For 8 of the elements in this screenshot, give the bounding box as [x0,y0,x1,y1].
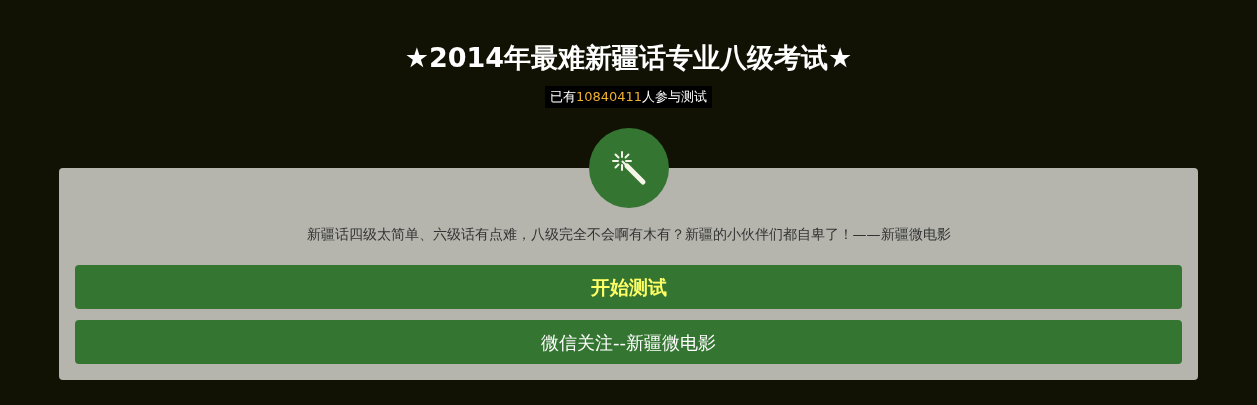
participant-count: 10840411 [575,88,643,107]
start-test-button[interactable]: 开始测试 [75,265,1182,309]
page-title: ★2014年最难新疆话专业八级考试★ [404,41,853,75]
counter-prefix: 已有 [549,88,576,107]
description-text: 新疆话四级太简单、六级话有点难，八级完全不会啊有木有？新疆的小伙伴们都自卑了！——新疆微电影 [305,225,952,244]
follow-button[interactable]: 微信关注--新疆微电影 [75,320,1182,364]
counter-suffix: 人参与测试 [642,88,708,107]
magic-wand-icon [609,149,648,187]
